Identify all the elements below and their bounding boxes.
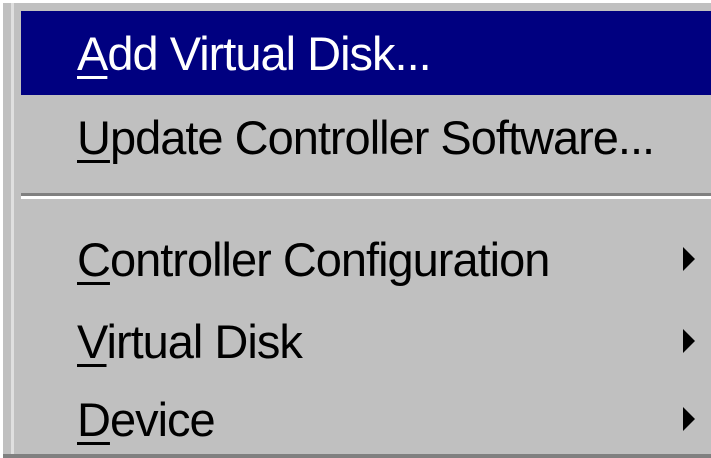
menu-item-virtual-disk[interactable]: Virtual Disk bbox=[21, 301, 711, 381]
submenu-arrow-icon bbox=[683, 407, 695, 431]
menu-separator bbox=[21, 193, 711, 199]
menu-item-controller-configuration[interactable]: Controller Configuration bbox=[21, 217, 711, 301]
menu-item-label: Device bbox=[77, 392, 216, 446]
submenu-arrow-icon bbox=[683, 329, 695, 353]
menu-item-label: Add Virtual Disk... bbox=[77, 26, 432, 80]
context-menu: Add Virtual Disk... Update Controller So… bbox=[0, 0, 711, 458]
menu-bottom-border bbox=[3, 454, 711, 458]
menu-item-device[interactable]: Device bbox=[21, 381, 711, 457]
menu-item-label: Controller Configuration bbox=[77, 232, 550, 286]
menu-item-label: Update Controller Software... bbox=[77, 110, 655, 164]
menu-item-add-virtual-disk[interactable]: Add Virtual Disk... bbox=[21, 11, 711, 95]
menu-item-update-controller-software[interactable]: Update Controller Software... bbox=[21, 95, 711, 179]
submenu-arrow-icon bbox=[683, 247, 695, 271]
menu-item-label: Virtual Disk bbox=[77, 314, 303, 368]
